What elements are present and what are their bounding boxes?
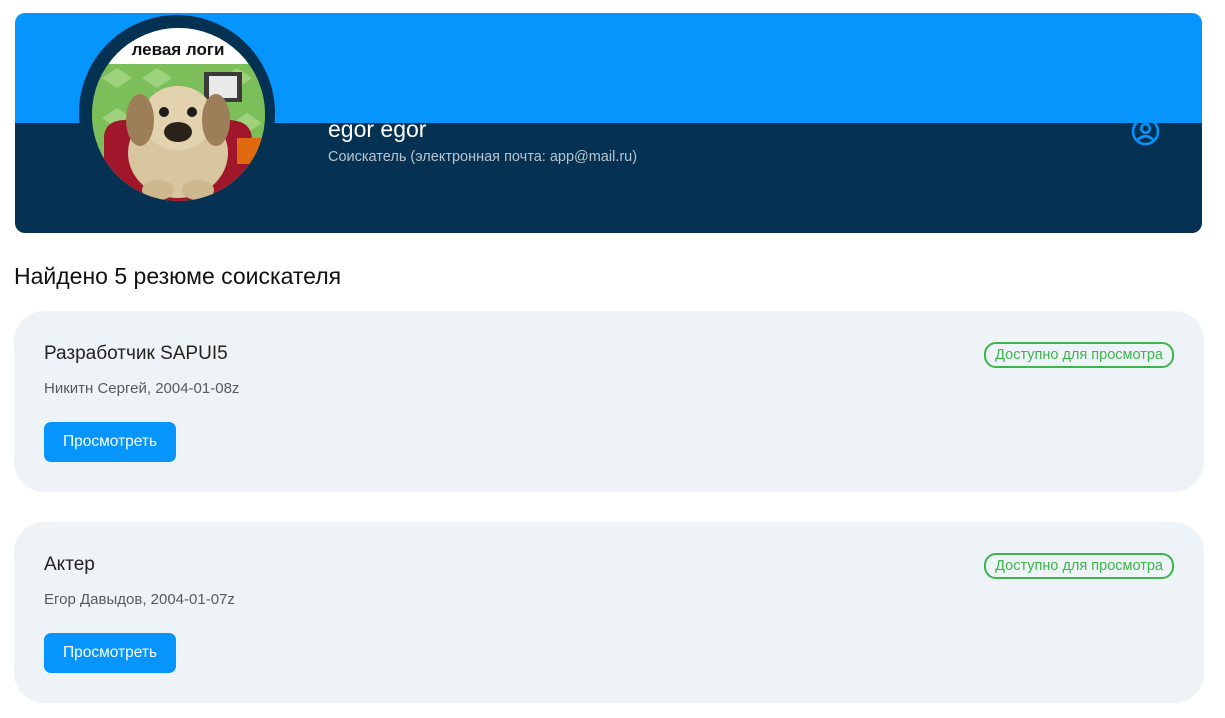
status-badge: Доступно для просмотра xyxy=(984,342,1174,368)
user-role-email: Соискатель (электронная почта: app@mail.… xyxy=(328,149,638,165)
avatar-caption: левая логи xyxy=(132,40,225,59)
resume-title: Разработчик SAPUI5 xyxy=(44,343,228,364)
status-badge: Доступно для просмотра xyxy=(984,553,1174,579)
user-name: egor egor xyxy=(328,116,427,142)
resume-author-date: Егор Давыдов, 2004-01-07z xyxy=(44,591,235,608)
resume-author-date: Никитн Сергей, 2004-01-08z xyxy=(44,380,240,397)
results-count-heading: Найдено 5 резюме соискателя xyxy=(14,263,342,289)
resume-card: Актер Егор Давыдов, 2004-01-07z Доступно… xyxy=(14,522,1204,703)
avatar: левая логи xyxy=(92,28,265,201)
avatar-image: левая логи xyxy=(92,28,265,201)
view-resume-button[interactable]: Просмотреть xyxy=(44,633,176,673)
resume-title: Актер xyxy=(44,554,95,575)
resume-card: Разработчик SAPUI5 Никитн Сергей, 2004-0… xyxy=(14,311,1204,492)
view-resume-button[interactable]: Просмотреть xyxy=(44,422,176,462)
account-circle-icon[interactable] xyxy=(1131,117,1160,146)
